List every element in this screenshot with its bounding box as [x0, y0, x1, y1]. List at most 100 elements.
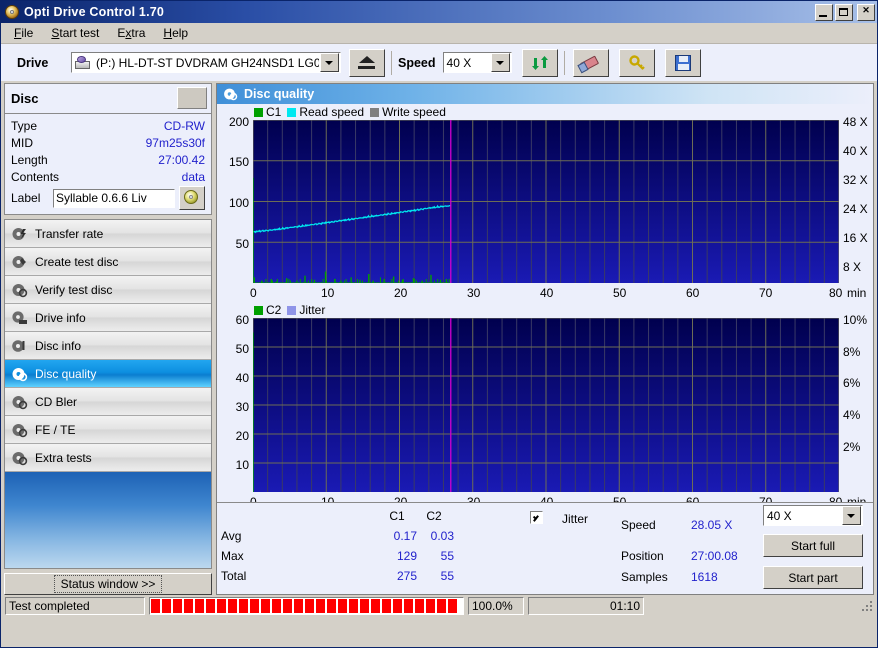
progress-block: [448, 599, 457, 613]
status-window-button[interactable]: Status window >>: [4, 573, 212, 595]
save-button[interactable]: [664, 48, 701, 77]
sidebar-item-label: Create test disc: [35, 254, 119, 269]
minimize-button[interactable]: [815, 3, 833, 21]
stats-row-avg-label: Avg: [221, 529, 242, 543]
progress-block: [239, 599, 248, 613]
erase-button[interactable]: [572, 48, 609, 77]
progress-block: [360, 599, 369, 613]
disc-label-label: Label: [11, 191, 41, 205]
jitter-checkbox[interactable]: [530, 511, 543, 524]
disc-panel: Disc Type CD-RW MID 97m25s30f Length 27:…: [4, 83, 212, 215]
drive-label: Drive: [17, 55, 49, 70]
chart2-y2tick-2pct: 2%: [843, 440, 861, 454]
menu-extra[interactable]: Extra: [108, 24, 154, 42]
disc-row-contents: Contents data: [11, 168, 205, 185]
chart2-y2tick-8pct: 8%: [843, 345, 861, 359]
chevron-down-icon[interactable]: [842, 506, 861, 525]
legend-swatch-c1: [254, 107, 263, 117]
drive-select[interactable]: (P:) HL-DT-ST DVDRAM GH24NSD1 LG00: [71, 52, 341, 73]
status-bar: Test completed 100.0% 01:10: [1, 595, 877, 617]
chart1-xtick-20: 20: [394, 286, 408, 300]
disc-row-length: Length 27:00.42: [11, 151, 205, 168]
key-button[interactable]: [618, 48, 655, 77]
chart1-y2tick-40x: 40 X: [843, 144, 868, 158]
drive-toolbar: Drive (P:) HL-DT-ST DVDRAM GH24NSD1 LG00…: [1, 43, 877, 81]
stats-row-total-label: Total: [221, 569, 247, 583]
menu-help[interactable]: Help: [154, 24, 197, 42]
sidebar-item-verify-test-disc[interactable]: Verify test disc: [5, 276, 211, 304]
disc-label-field[interactable]: Syllable 0.6.6 Liv: [53, 188, 175, 208]
drive-select-value: (P:) HL-DT-ST DVDRAM GH24NSD1 LG00: [96, 55, 319, 70]
progress-bar: [149, 597, 464, 615]
disc-row-type: Type CD-RW: [11, 117, 205, 134]
disc-mid-value: 97m25s30f: [145, 135, 205, 150]
chart2-y2tick-10pct: 10%: [843, 313, 868, 327]
start-full-button[interactable]: Start full: [763, 534, 863, 557]
sidebar-gradient-panel: [4, 472, 212, 569]
sidebar-item-disc-quality[interactable]: Disc quality: [5, 360, 211, 388]
disc-mid-label: MID: [11, 135, 33, 150]
sidebar-item-disc-info[interactable]: Disc info: [5, 332, 211, 360]
sidebar-item-fe-te[interactable]: FE / TE: [5, 416, 211, 444]
disc-refresh-button[interactable]: [179, 186, 205, 210]
refresh-icon: [531, 55, 548, 70]
disc-icon: [11, 254, 28, 270]
elapsed-time: 01:10: [528, 597, 644, 615]
sidebar-item-label: Transfer rate: [35, 226, 104, 241]
menu-start-test[interactable]: Start test: [42, 24, 108, 42]
progress-block: [437, 599, 446, 613]
chart1-xtick-10: 10: [321, 286, 335, 300]
chart1-xtick-70: 70: [759, 286, 773, 300]
status-message: Test completed: [5, 597, 145, 615]
sidebar-item-label: FE / TE: [35, 422, 76, 437]
chart1-ytick-200: 200: [228, 115, 249, 129]
chart1-xtick-0: 0: [250, 286, 257, 300]
eject-button[interactable]: [349, 48, 385, 77]
chart2-ytick-60: 60: [235, 313, 249, 327]
nav-list: Transfer rate Create test disc Verify te…: [4, 219, 212, 472]
close-button[interactable]: ✕: [857, 3, 875, 21]
legend-label-c2: C2: [266, 303, 282, 317]
title-bar: Opti Drive Control 1.70 ✕: [1, 1, 877, 23]
start-part-button[interactable]: Start part: [763, 566, 863, 589]
chart1-ytick-150: 150: [228, 155, 249, 169]
content-header: Disc quality: [217, 84, 873, 104]
maximize-button[interactable]: [835, 3, 853, 21]
chart2-ytick-40: 40: [235, 371, 249, 385]
app-window: Opti Drive Control 1.70 ✕ File Start tes…: [0, 0, 878, 648]
disc-panel-title: Disc: [11, 90, 39, 106]
resize-grip-icon[interactable]: [860, 599, 874, 613]
chart2-ytick-50: 50: [235, 342, 249, 356]
chart1-y2tick-8x: 8 X: [843, 260, 862, 274]
sidebar-item-extra-tests[interactable]: Extra tests: [5, 444, 211, 472]
disc-icon: [11, 310, 28, 326]
chart1-y2tick-24x: 24 X: [843, 202, 868, 216]
disc-panel-header: Disc: [5, 84, 211, 114]
chart-c2-jitter: [252, 317, 840, 492]
chart1-y2tick-16x: 16 X: [843, 231, 868, 245]
chevron-down-icon[interactable]: [320, 53, 339, 72]
disc-label-row: Label Syllable 0.6.6 Liv: [11, 186, 205, 210]
stats-row-max-label: Max: [221, 549, 244, 563]
disc-quality-icon: [223, 87, 238, 101]
stats-samples-label: Samples: [621, 570, 668, 584]
chart1-xaxis-unit: min: [847, 286, 867, 300]
sidebar-item-transfer-rate[interactable]: Transfer rate: [5, 220, 211, 248]
speed-select[interactable]: 40 X: [442, 52, 512, 73]
legend-label-write-speed: Write speed: [382, 105, 446, 119]
sidebar-item-create-test-disc[interactable]: Create test disc: [5, 248, 211, 276]
test-speed-select[interactable]: 40 X: [763, 505, 863, 526]
toolbar-divider: [391, 50, 392, 75]
progress-block: [184, 599, 193, 613]
chevron-down-icon[interactable]: [490, 53, 510, 72]
menu-file[interactable]: File: [5, 24, 42, 42]
sidebar-item-drive-info[interactable]: Drive info: [5, 304, 211, 332]
sidebar-item-cd-bler[interactable]: CD Bler: [5, 388, 211, 416]
disc-length-label: Length: [11, 152, 48, 167]
disc-icon: [11, 450, 28, 466]
refresh-button[interactable]: [521, 48, 558, 77]
progress-block: [195, 599, 204, 613]
stats-panel: C1 C2 Avg 0.17 0.03 Max 129 55 Total 275…: [217, 502, 873, 594]
legend-label-read-speed: Read speed: [299, 105, 365, 119]
disc-info-rows: Type CD-RW MID 97m25s30f Length 27:00.42…: [5, 114, 211, 214]
